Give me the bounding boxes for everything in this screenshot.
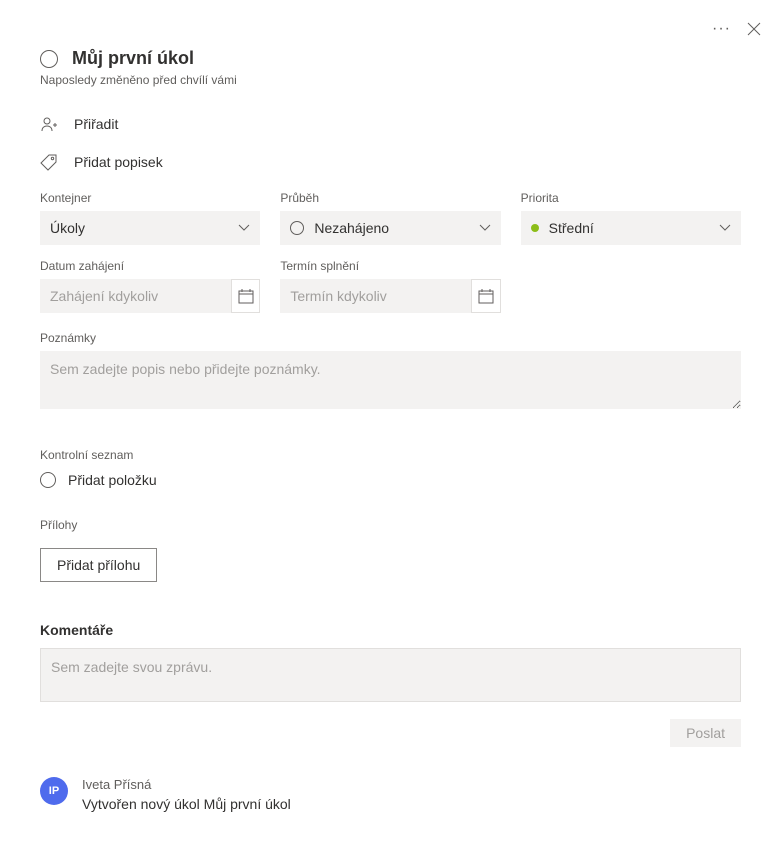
due-date-input[interactable] <box>290 288 462 304</box>
comments-label: Komentáře <box>40 622 741 638</box>
calendar-icon <box>478 288 494 304</box>
container-select[interactable]: Úkoly <box>40 211 260 245</box>
priority-dot-icon <box>531 224 539 232</box>
activity-author: Iveta Přísná <box>82 777 741 792</box>
assign-label: Přiřadit <box>74 116 118 132</box>
add-attachment-button[interactable]: Přidat přílohu <box>40 548 157 582</box>
complete-task-checkbox[interactable] <box>40 50 58 68</box>
start-date-label: Datum zahájení <box>40 259 260 273</box>
add-label-label: Přidat popisek <box>74 154 163 170</box>
chevron-down-icon <box>719 224 731 232</box>
container-label: Kontejner <box>40 191 260 205</box>
start-date-input-wrap[interactable] <box>40 279 232 313</box>
due-date-input-wrap[interactable] <box>280 279 472 313</box>
close-icon[interactable] <box>747 22 761 36</box>
due-date-label: Termín splnění <box>280 259 500 273</box>
avatar: IP <box>40 777 68 805</box>
due-date-calendar-button[interactable] <box>471 279 500 313</box>
activity-entry: IP Iveta Přísná Vytvořen nový úkol Můj p… <box>40 777 741 812</box>
calendar-icon <box>238 288 254 304</box>
last-modified-text: Naposledy změněno před chvílí vámi <box>40 73 741 87</box>
progress-label: Průběh <box>280 191 500 205</box>
priority-label: Priorita <box>521 191 741 205</box>
tag-icon <box>40 153 58 171</box>
progress-value: Nezahájeno <box>314 220 389 236</box>
activity-text: Vytvořen nový úkol Můj první úkol <box>82 796 741 812</box>
notes-label: Poznámky <box>40 331 741 345</box>
start-date-input[interactable] <box>50 288 222 304</box>
status-circle-icon <box>290 221 304 235</box>
progress-select[interactable]: Nezahájeno <box>280 211 500 245</box>
more-options-icon[interactable]: ··· <box>712 20 731 38</box>
person-add-icon <box>40 115 58 133</box>
assign-button[interactable]: Přiřadit <box>40 115 741 133</box>
priority-select[interactable]: Střední <box>521 211 741 245</box>
chevron-down-icon <box>238 224 250 232</box>
chevron-down-icon <box>479 224 491 232</box>
checklist-label: Kontrolní seznam <box>40 448 741 462</box>
checklist-circle-icon <box>40 472 56 488</box>
add-checklist-item-button[interactable]: Přidat položku <box>40 472 741 488</box>
start-date-calendar-button[interactable] <box>231 279 260 313</box>
send-comment-button[interactable]: Poslat <box>670 719 741 747</box>
attachments-label: Přílohy <box>40 518 741 532</box>
add-label-button[interactable]: Přidat popisek <box>40 153 741 171</box>
priority-value: Střední <box>549 220 594 236</box>
add-checklist-item-label: Přidat položku <box>68 472 157 488</box>
task-title[interactable]: Můj první úkol <box>72 48 194 69</box>
comment-textarea[interactable] <box>40 648 741 702</box>
container-value: Úkoly <box>50 220 85 236</box>
notes-textarea[interactable] <box>40 351 741 409</box>
